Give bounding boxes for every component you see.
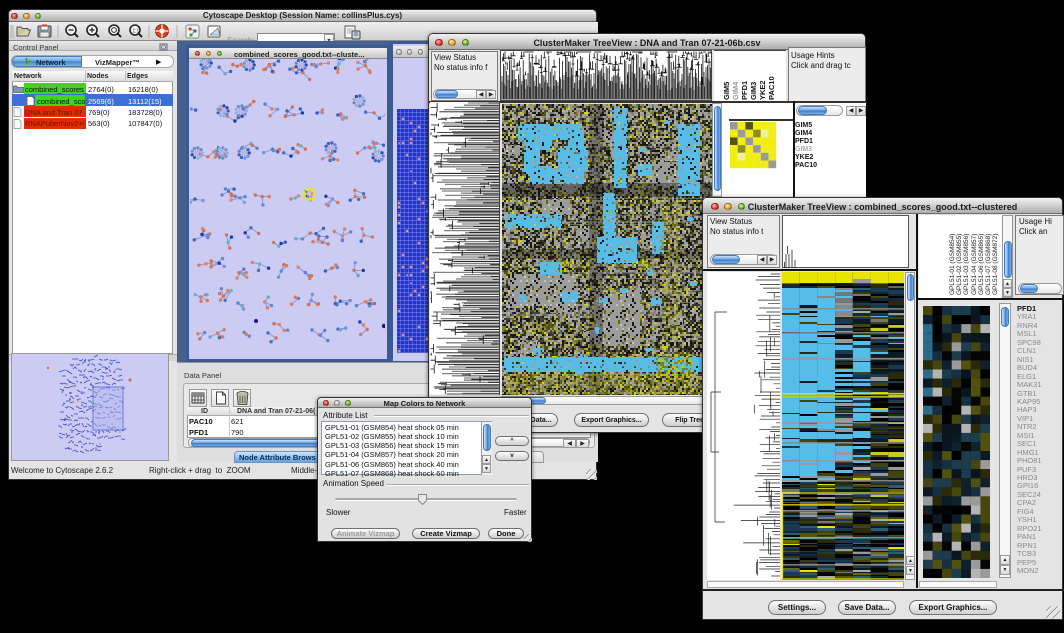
svg-text:1:1: 1:1: [132, 29, 139, 35]
